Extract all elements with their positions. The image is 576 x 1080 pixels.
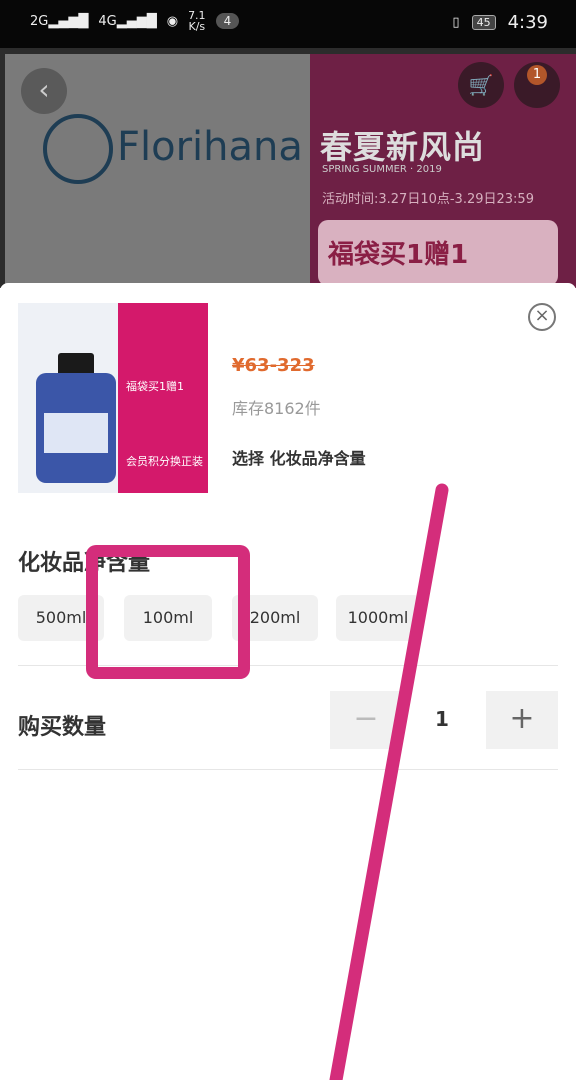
- network-label: 2G: [30, 13, 49, 29]
- selection-hint: 选择 化妆品净含量: [232, 449, 366, 468]
- vibrate-icon: ▯: [452, 15, 460, 30]
- battery-icon: 45: [471, 15, 496, 30]
- speed-unit: K/s: [188, 20, 206, 33]
- volume-section-title: 化妆品净含量: [18, 551, 151, 576]
- net-speed: 7.1 K/s: [188, 10, 206, 32]
- close-icon: ×: [534, 305, 550, 326]
- option-1000ml[interactable]: 1000ml: [336, 595, 420, 641]
- product-thumbnail: 福袋买1赠1 会员积分换正装: [18, 303, 208, 493]
- back-button[interactable]: ‹: [21, 68, 67, 114]
- cart-button[interactable]: 🛒: [458, 62, 504, 108]
- brand-logo-icon: [43, 114, 113, 184]
- brand-banner: ‹ Florihana: [5, 54, 310, 288]
- signal-icon-4g: 4G▂▄▆█: [98, 13, 157, 29]
- quantity-increase-button[interactable]: +: [486, 691, 558, 749]
- brand-name: Florihana: [117, 124, 303, 170]
- quantity-value: 1: [435, 707, 449, 731]
- status-left: 2G▂▄▆█ 4G▂▄▆█ ◉ 7.1 K/s 4: [30, 10, 240, 32]
- clock: 4:39: [507, 12, 548, 33]
- promo-title: 春夏新风尚: [320, 128, 486, 166]
- option-200ml[interactable]: 200ml: [232, 595, 318, 641]
- chevron-left-icon: ‹: [38, 73, 50, 106]
- thumbnail-text: 福袋买1赠1: [126, 380, 184, 393]
- network-label: 4G: [98, 13, 117, 29]
- divider: [18, 769, 558, 770]
- cart-count-button[interactable]: 1: [514, 62, 560, 108]
- quantity-decrease-button[interactable]: −: [330, 691, 402, 749]
- signal-icon-2g: 2G▂▄▆█: [30, 13, 89, 29]
- bottle-label: [44, 413, 108, 453]
- option-100ml[interactable]: 100ml: [124, 595, 212, 641]
- stock-count: 库存8162件: [232, 399, 321, 418]
- cart-count-badge: 1: [527, 65, 547, 85]
- close-button[interactable]: ×: [528, 303, 556, 331]
- background-page: ‹ Florihana 春夏新风尚 SPRING SUMMER · 2019 活…: [0, 48, 576, 288]
- promo-box: 福袋买1赠1: [318, 220, 558, 286]
- status-right: ▯ 45 4:39: [452, 12, 548, 33]
- status-bar: 2G▂▄▆█ 4G▂▄▆█ ◉ 7.1 K/s 4 ▯ 45 4:39: [0, 0, 576, 48]
- sku-bottom-sheet: 福袋买1赠1 会员积分换正装 ¥63-323 库存8162件 选择 化妆品净含量…: [0, 283, 576, 1080]
- promo-subtitle: SPRING SUMMER · 2019: [322, 164, 442, 175]
- option-500ml[interactable]: 500ml: [18, 595, 104, 641]
- thumbnail-text: 会员积分换正装: [126, 455, 203, 468]
- promo-time: 活动时间:3.27日10点-3.29日23:59: [322, 192, 534, 207]
- cart-icon: 🛒: [468, 73, 494, 97]
- promo-box-label: 福袋买1赠1: [328, 240, 469, 270]
- quantity-label: 购买数量: [18, 715, 107, 740]
- wifi-icon: ◉: [166, 13, 179, 29]
- notification-badge: 4: [215, 13, 240, 29]
- price: ¥63-323: [232, 355, 315, 376]
- divider: [18, 665, 558, 666]
